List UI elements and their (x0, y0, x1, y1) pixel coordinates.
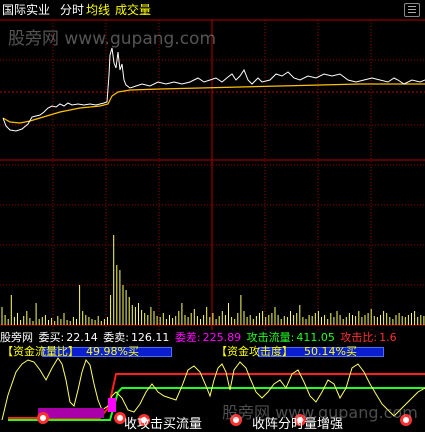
attack-ratio-label: 攻击比: (340, 331, 378, 344)
ask-label: 委卖: (103, 331, 129, 344)
diff-value: 225.89 (202, 331, 242, 344)
capital-attack-label: 【资金攻击度】 (216, 345, 293, 358)
info-site: 股旁网 (0, 331, 33, 344)
avg-price-line (2, 83, 425, 124)
attack-flow-label: 攻击流量: (246, 331, 295, 344)
watermark: 股旁网 www.gupang.com (8, 29, 217, 49)
volume-bars (1, 235, 425, 325)
diff-label: 委差: (174, 331, 201, 344)
bid-label: 委买: (38, 331, 65, 344)
capital-flow-label: 【资金流量比】 (2, 345, 79, 358)
chart-canvas (0, 19, 425, 426)
info-bar: 股旁网 委买: 22.14 委卖: 126.11 委差: 225.89 攻击流量: 41… (0, 330, 425, 345)
indicator-header: 【资金流量比】 49.98%买 【资金攻击度】 50.14%买 (0, 345, 425, 359)
watermark-lower: 股旁网 www.gupang.com (222, 403, 418, 422)
bid-value: 22.14 (66, 331, 98, 344)
signal-text-left: 收攻击买流量 (124, 417, 203, 432)
ask-value: 126.11 (130, 331, 170, 344)
attack-flow-value: 411.05 (296, 331, 335, 344)
attack-ratio-value: 1.6 (379, 331, 397, 344)
capital-attack-value: 50.14%买 (304, 345, 357, 358)
capital-flow-value: 49.98%买 (86, 345, 139, 358)
